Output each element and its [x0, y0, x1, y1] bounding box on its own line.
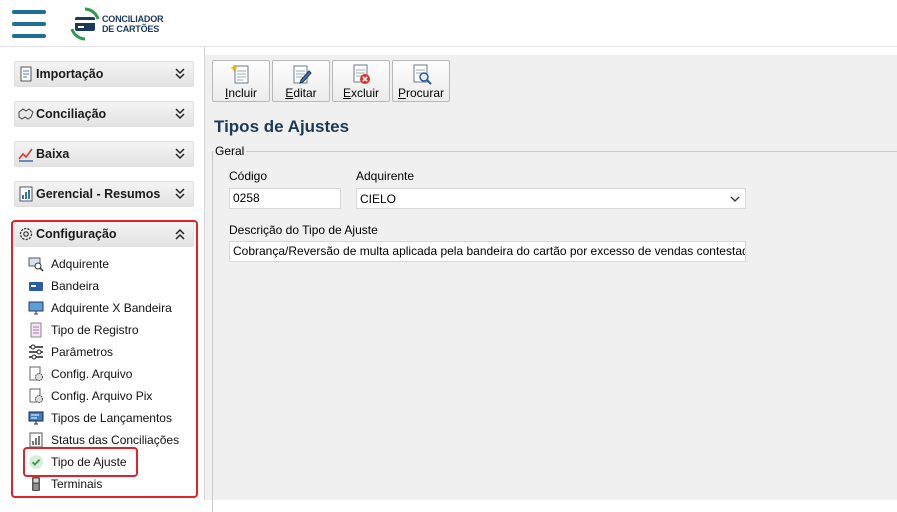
sidebar-item-label: Adquirente: [51, 257, 110, 271]
sidebar-section-importacao[interactable]: Importação: [14, 61, 194, 87]
app-header: CONCILIADOR DE CARTÕES: [0, 0, 897, 47]
sidebar-item-label: Status das Conciliações: [51, 433, 180, 447]
sidebar-item-tipo-de-ajuste[interactable]: Tipo de Ajuste: [28, 453, 188, 471]
edit-document-icon: [293, 65, 312, 84]
file-gear-icon: [29, 366, 43, 381]
codigo-label: Código: [229, 169, 268, 183]
sidebar: Importação Conciliação Baixa Gerencial -…: [0, 47, 205, 500]
sidebar-item-label: Tipos de Lançamentos: [51, 411, 172, 425]
check-circle-icon: [29, 455, 43, 469]
sidebar-item-bandeira[interactable]: Bandeira: [28, 277, 188, 295]
adquirente-select-value: CIELO: [360, 192, 397, 206]
sidebar-item-label: Tipo de Registro: [51, 323, 139, 337]
sidebar-section-label: Gerencial - Resumos: [36, 187, 161, 201]
sidebar-item-config-arquivo[interactable]: Config. Arquivo: [28, 365, 188, 383]
hamburger-menu-icon[interactable]: [12, 10, 46, 38]
monitor-list-icon: [28, 411, 44, 425]
sidebar-item-label: Config. Arquivo: [51, 367, 133, 381]
app-logo: CONCILIADOR DE CARTÕES: [70, 7, 164, 41]
sidebar-section-label: Baixa: [36, 147, 70, 161]
sidebar-item-config-arquivo-pix[interactable]: Config. Arquivo Pix: [28, 387, 188, 405]
logo-line2: DE CARTÕES: [102, 24, 160, 34]
main-content: Incluir Editar Excluir Procurar Tipos de…: [205, 47, 897, 512]
sidebar-section-conciliacao[interactable]: Conciliação: [14, 101, 194, 127]
pos-terminal-icon: [32, 477, 40, 491]
chevron-down-icon: [175, 108, 185, 120]
adquirente-select[interactable]: CIELO: [356, 188, 746, 209]
sidebar-item-tipo-de-registro[interactable]: Tipo de Registro: [28, 321, 188, 339]
sidebar-item-adquirente[interactable]: Adquirente: [28, 255, 188, 273]
status-icon: [29, 432, 43, 448]
sidebar-section-label: Conciliação: [36, 107, 107, 121]
sidebar-item-label: Config. Arquivo Pix: [51, 389, 153, 403]
descricao-label: Descrição do Tipo de Ajuste: [229, 223, 378, 237]
file-gear-icon: [29, 388, 43, 403]
chevron-down-icon: [175, 68, 185, 80]
document-icon: [30, 322, 42, 338]
codigo-field[interactable]: 0258: [229, 188, 341, 209]
sidebar-item-status-das-conciliacoes[interactable]: Status das Conciliações: [28, 431, 188, 449]
sidebar-item-parametros[interactable]: Parâmetros: [28, 343, 188, 361]
descricao-field[interactable]: Cobrança/Reversão de multa aplicada pela…: [229, 241, 746, 262]
sidebar-section-label: Importação: [36, 67, 104, 81]
sidebar-item-tipos-de-lancamentos[interactable]: Tipos de Lançamentos: [28, 409, 188, 427]
logo-line1: CONCILIADOR: [102, 14, 164, 24]
new-document-icon: [230, 64, 249, 84]
editar-label: Editar: [285, 86, 317, 100]
chevron-down-icon: [730, 196, 740, 202]
geral-group-label: Geral: [213, 144, 247, 158]
report-icon: [19, 186, 33, 202]
excluir-label: Excluir: [342, 86, 380, 100]
sidebar-section-gerencial[interactable]: Gerencial - Resumos: [14, 181, 194, 207]
sidebar-item-label: Tipo de Ajuste: [51, 455, 127, 469]
sidebar-item-label: Parâmetros: [51, 345, 114, 359]
chevron-down-icon: [175, 148, 185, 160]
chevron-down-icon: [175, 188, 185, 200]
incluir-button[interactable]: Incluir: [212, 60, 270, 102]
incluir-label: Incluir: [224, 86, 258, 100]
main-top-strip: [205, 47, 897, 55]
search-document-icon: [413, 64, 432, 85]
monitor-icon: [28, 301, 44, 315]
adquirente-label: Adquirente: [356, 169, 415, 183]
page-title: Tipos de Ajustes: [214, 117, 350, 136]
import-icon: [20, 66, 32, 82]
sidebar-item-terminais[interactable]: Terminais: [28, 475, 188, 493]
search-card-icon: [28, 257, 44, 272]
sidebar-item-label: Terminais: [51, 477, 103, 491]
sidebar-item-label: Adquirente X Bandeira: [51, 301, 172, 315]
procurar-label: Procurar: [397, 86, 445, 100]
logo-card-icon: [70, 7, 100, 41]
sliders-icon: [29, 344, 43, 360]
sidebar-item-label: Bandeira: [51, 279, 100, 293]
procurar-button[interactable]: Procurar: [392, 60, 450, 102]
sidebar-item-adquirente-x-bandeira[interactable]: Adquirente X Bandeira: [28, 299, 188, 317]
chart-check-icon: [18, 148, 33, 162]
card-flag-icon: [29, 282, 43, 291]
sidebar-section-baixa[interactable]: Baixa: [14, 141, 194, 167]
handshake-icon: [18, 108, 34, 120]
editar-button[interactable]: Editar: [272, 60, 330, 102]
delete-document-icon: [353, 64, 370, 84]
excluir-button[interactable]: Excluir: [332, 60, 390, 102]
